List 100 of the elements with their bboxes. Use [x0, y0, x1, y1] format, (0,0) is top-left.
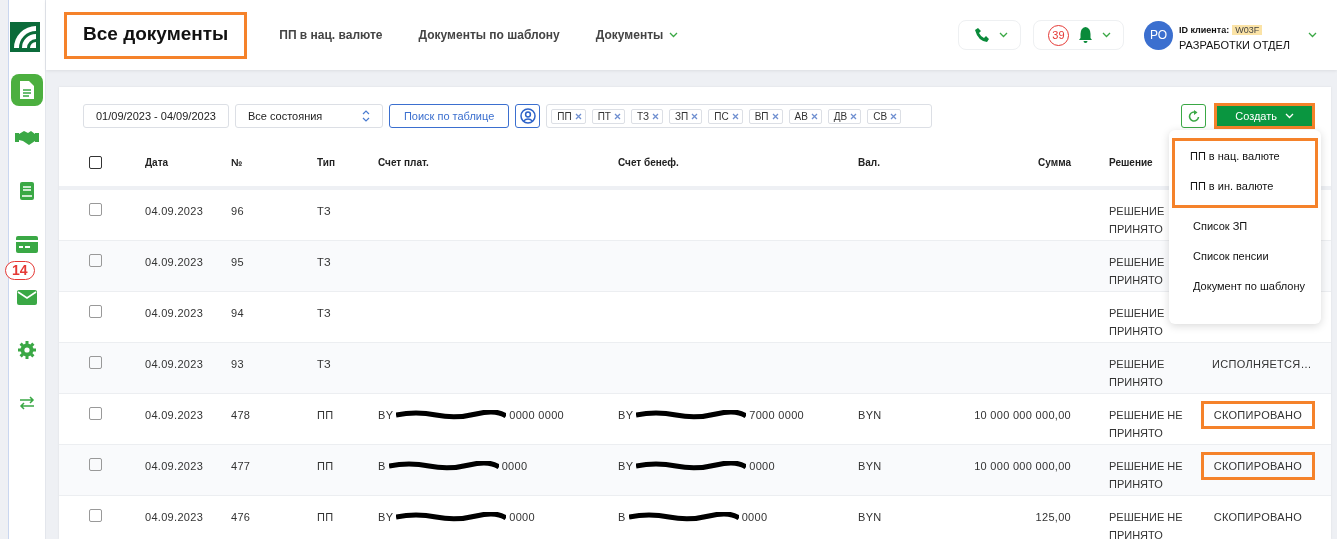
user-filter-button[interactable]: [515, 104, 541, 128]
nav-link[interactable]: Документы: [595, 28, 679, 42]
filter-tag[interactable]: ТЗ: [630, 108, 663, 124]
account-start: B: [618, 510, 626, 525]
table-cell-text: 10 000 000 000,00: [973, 408, 1071, 423]
column-header: Дата: [145, 156, 169, 168]
table-cell-text: РЕШЕНИЕ НЕ ПРИНЯТО: [1109, 459, 1184, 492]
remove-icon[interactable]: [771, 112, 779, 120]
column-header: №: [231, 156, 243, 168]
table-cell-text: 04.09.2023: [145, 408, 205, 423]
chevron-down-icon: [1285, 113, 1294, 119]
account-end: 0000 0000: [509, 408, 564, 423]
filter-tag[interactable]: ВП: [748, 108, 783, 124]
remove-icon[interactable]: [691, 112, 699, 120]
filter-tag[interactable]: ПП: [551, 108, 586, 124]
type-filter-field[interactable]: ПП ПТ ТЗ ЗП ПС ВП АВ ДВ СВ: [546, 104, 933, 128]
table-cell-text: ТЗ: [317, 255, 332, 270]
date-range-field[interactable]: 01/09/2023 - 04/09/2023: [83, 104, 229, 128]
remove-icon[interactable]: [613, 112, 621, 120]
row-checkbox[interactable]: [89, 254, 102, 267]
create-button[interactable]: Создать: [1214, 103, 1315, 129]
mail-icon: [17, 289, 37, 305]
card-icon: [16, 235, 38, 253]
refresh-button[interactable]: [1181, 104, 1207, 128]
search-table-button[interactable]: Поиск по таблице: [388, 104, 510, 128]
menu-item[interactable]: Список пенсии: [1175, 241, 1315, 271]
account-start: BY: [618, 459, 634, 474]
user-circle-icon: [519, 108, 536, 124]
table-cell-text: 96: [231, 204, 245, 219]
nav-link[interactable]: Документы по шаблону: [418, 28, 560, 42]
state-select[interactable]: Все состояния: [234, 104, 383, 128]
table-cell-text: 04.09.2023: [145, 204, 205, 219]
column-header: Сумма: [1038, 156, 1071, 168]
table-cell-text: РЕШЕНИЕ ПРИНЯТО: [1109, 255, 1166, 288]
sort-arrows-icon: [361, 110, 370, 122]
menu-item[interactable]: Список ЗП: [1175, 211, 1315, 241]
sidebar-item[interactable]: [11, 74, 43, 106]
account-start: BY: [378, 408, 394, 423]
table-cell-text: ТЗ: [317, 306, 332, 321]
remove-icon[interactable]: [810, 112, 818, 120]
table-cell-text: РЕШЕНИЕ НЕ ПРИНЯТО: [1109, 408, 1184, 441]
chevron-down-icon[interactable]: [1308, 32, 1317, 38]
menu-item[interactable]: ПП в нац. валюте: [1175, 141, 1315, 171]
nav-link[interactable]: ПП в нац. валюте: [279, 28, 383, 42]
account-start: BY: [378, 510, 394, 525]
row-checkbox[interactable]: [89, 458, 102, 471]
chevron-down-icon: [1101, 32, 1111, 38]
row-checkbox[interactable]: [89, 356, 102, 369]
filter-tag[interactable]: ПС: [708, 108, 743, 124]
remove-icon[interactable]: [890, 112, 898, 120]
row-checkbox[interactable]: [89, 305, 102, 318]
column-header: Счет бенеф.: [618, 156, 679, 168]
table-row[interactable]: 04.09.2023 476 ПП BY 0000 B 0000 BYN 125,00 РЕШЕНИЕ НЕ ПРИНЯТО СКОПИРОВАНО: [59, 496, 1331, 539]
status-text: ИСПОЛНЯЕТСЯ…: [1211, 357, 1313, 372]
table-cell-text: ПП: [317, 459, 335, 474]
table-cell-text: 93: [231, 357, 245, 372]
remove-icon[interactable]: [652, 112, 659, 120]
remove-icon[interactable]: [574, 112, 582, 120]
table-cell-text: 10 000 000 000,00: [973, 459, 1071, 474]
table-cell-text: 04.09.2023: [145, 255, 205, 270]
table-row[interactable]: 04.09.2023 477 ПП B 0000 BY 0000 BYN 10 000 000 000,00 РЕШЕНИЕ НЕ ПРИНЯТО СКОПИРОВАНО: [59, 445, 1331, 496]
row-checkbox[interactable]: [89, 509, 102, 522]
column-header: Решение: [1109, 156, 1153, 168]
status-text: СКОПИРОВАНО: [1200, 401, 1315, 429]
refresh-icon: [1187, 109, 1200, 123]
phone-button[interactable]: [957, 20, 1021, 50]
remove-icon[interactable]: [850, 112, 858, 120]
client-name: РАЗРАБОТКИ ОТДЕЛ: [1178, 39, 1290, 51]
account-start: B: [378, 459, 386, 474]
filter-tag[interactable]: СВ: [867, 108, 902, 124]
row-checkbox[interactable]: [89, 407, 102, 420]
table-row[interactable]: 04.09.2023 93 ТЗ РЕШЕНИЕ ПРИНЯТО ИСПОЛНЯЕТСЯ…: [59, 343, 1331, 394]
table-cell-text: 476: [231, 510, 252, 525]
select-all-checkbox[interactable]: [89, 155, 102, 169]
table-cell-text: РЕШЕНИЕ ПРИНЯТО: [1109, 204, 1166, 237]
table-cell-text: BYN: [858, 510, 883, 525]
chevron-down-icon: [998, 32, 1008, 38]
table-cell-text: ТЗ: [317, 357, 332, 372]
row-checkbox[interactable]: [89, 203, 102, 216]
table-cell-text: 04.09.2023: [145, 510, 205, 525]
transfer-arrows-icon: [19, 396, 35, 410]
table-cell-text: РЕШЕНИЕ ПРИНЯТО: [1109, 357, 1166, 390]
table-cell-text: 95: [231, 255, 245, 270]
avatar[interactable]: РО: [1143, 20, 1173, 50]
account-end: 0000: [501, 459, 528, 474]
table-cell-text: 04.09.2023: [145, 459, 205, 474]
table-cell-text: 04.09.2023: [145, 357, 205, 372]
notifications-button[interactable]: 39: [1032, 20, 1124, 50]
remove-icon[interactable]: [731, 112, 739, 120]
status-text: СКОПИРОВАНО: [1212, 510, 1303, 525]
page-title: Все документы: [64, 11, 248, 59]
account-end: 7000 0000: [749, 408, 804, 423]
table-cell-text: РЕШЕНИЕ ПРИНЯТО: [1109, 306, 1166, 339]
table-cell-text: ПП: [317, 510, 335, 525]
filter-tag[interactable]: ЗП: [669, 108, 703, 124]
client-id-badge: W03F: [1232, 25, 1263, 35]
filter-tag[interactable]: ПТ: [591, 108, 625, 124]
filter-tag[interactable]: ДВ: [827, 108, 862, 124]
filter-tag[interactable]: АВ: [788, 108, 822, 124]
gear-icon: [18, 341, 36, 359]
